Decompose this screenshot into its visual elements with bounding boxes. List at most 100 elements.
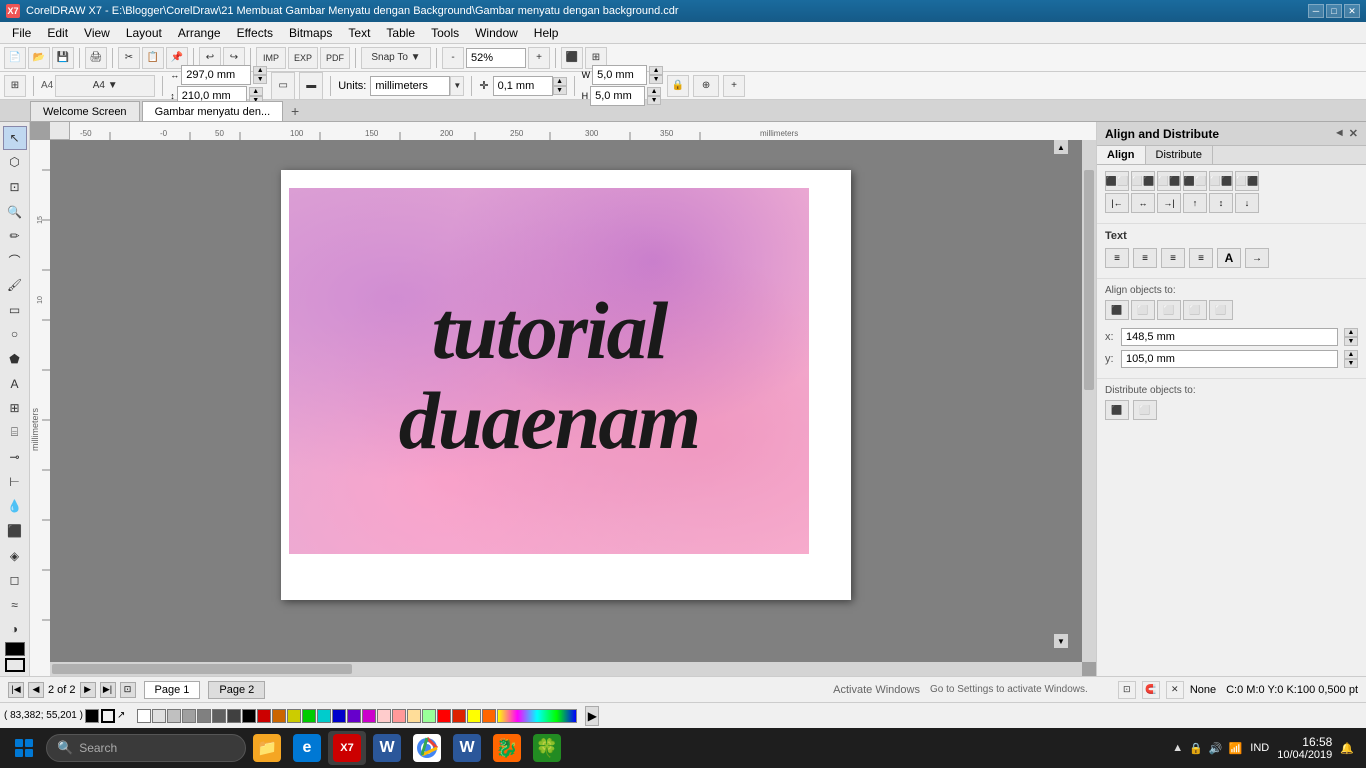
zoom-tool[interactable]: 🔍 bbox=[3, 200, 27, 224]
new-button[interactable]: 📄 bbox=[4, 47, 26, 69]
align-l-edge-button[interactable]: |← bbox=[1105, 193, 1129, 213]
add-transform-button[interactable]: + bbox=[723, 75, 745, 97]
align-b-edge-button[interactable]: ↓ bbox=[1235, 193, 1259, 213]
smear-tool[interactable]: ≈ bbox=[3, 593, 27, 617]
pal-darkorange[interactable] bbox=[482, 709, 496, 723]
menu-window[interactable]: Window bbox=[467, 24, 526, 42]
width-down-arrow[interactable]: ▼ bbox=[253, 75, 267, 84]
portrait-button[interactable]: ▭ bbox=[271, 72, 295, 100]
notifications-button[interactable]: 🔔 bbox=[1340, 742, 1354, 755]
bezier-tool[interactable]: ⌒ bbox=[3, 249, 27, 273]
taskbar-app-app7[interactable]: 🐉 bbox=[488, 731, 526, 765]
pal-peach[interactable] bbox=[407, 709, 421, 723]
panel-collapse-button[interactable]: ◄ bbox=[1334, 127, 1345, 140]
fill-tool[interactable]: ⬛ bbox=[3, 519, 27, 543]
text-align-justify-button[interactable]: ≡ bbox=[1189, 248, 1213, 268]
transparency-tool[interactable]: ◻ bbox=[3, 568, 27, 592]
taskbar-app-app8[interactable]: 🍀 bbox=[528, 731, 566, 765]
maximize-button[interactable]: □ bbox=[1326, 4, 1342, 18]
menu-effects[interactable]: Effects bbox=[229, 24, 281, 42]
taskbar-app-word2[interactable]: W bbox=[448, 731, 486, 765]
pal-cyan[interactable] bbox=[317, 709, 331, 723]
palette-scroll-button[interactable]: ▶ bbox=[585, 706, 599, 726]
page-prev-button[interactable]: ◀ bbox=[28, 682, 44, 698]
text-tool[interactable]: A bbox=[3, 372, 27, 396]
dist-btn-2[interactable]: ⬜ bbox=[1133, 400, 1157, 420]
zoom-input[interactable] bbox=[466, 48, 526, 68]
pal-red[interactable] bbox=[257, 709, 271, 723]
fill-swatch[interactable] bbox=[85, 709, 99, 723]
table-tool[interactable]: ⊞ bbox=[3, 396, 27, 420]
select-tool[interactable]: ↖ bbox=[3, 126, 27, 150]
pal-medgray[interactable] bbox=[182, 709, 196, 723]
align-obj-2-button[interactable]: ⬜ bbox=[1131, 300, 1155, 320]
crop-tool[interactable]: ⊡ bbox=[3, 175, 27, 199]
pal-rainbow[interactable] bbox=[497, 709, 577, 723]
interactive-tool[interactable]: ◈ bbox=[3, 544, 27, 568]
connector-tool[interactable]: ⊸ bbox=[3, 446, 27, 470]
publish-button[interactable]: PDF bbox=[320, 47, 350, 69]
freehand-tool[interactable]: ✏ bbox=[3, 224, 27, 248]
screen-mode-button[interactable]: ⊡ bbox=[1118, 681, 1136, 699]
select-all-button[interactable]: ⊞ bbox=[4, 75, 26, 97]
align-ch-edge-button[interactable]: ↔ bbox=[1131, 193, 1155, 213]
pal-lightgreen[interactable] bbox=[422, 709, 436, 723]
artistic-tool[interactable]: 🖌 bbox=[3, 273, 27, 297]
page2-tab[interactable]: Page 2 bbox=[208, 681, 265, 699]
taskbar-app-coreldraw[interactable]: X7 bbox=[328, 731, 366, 765]
pal-green[interactable] bbox=[302, 709, 316, 723]
align-bottom-button[interactable]: ⬜⬛ bbox=[1235, 171, 1259, 191]
no-fill-button[interactable]: ✕ bbox=[1166, 681, 1184, 699]
x-up-arrow[interactable]: ▲ bbox=[1344, 328, 1358, 337]
polygon-tool[interactable]: ⬟ bbox=[3, 347, 27, 371]
minimize-button[interactable]: ─ bbox=[1308, 4, 1324, 18]
pal-purple[interactable] bbox=[347, 709, 361, 723]
obj-width-input[interactable] bbox=[592, 65, 647, 85]
pal-brightred[interactable] bbox=[437, 709, 451, 723]
lock-ratio-button[interactable]: 🔒 bbox=[667, 75, 689, 97]
menu-bitmaps[interactable]: Bitmaps bbox=[281, 24, 340, 42]
scroll-up-button[interactable]: ▲ bbox=[1054, 140, 1068, 154]
scroll-down-button[interactable]: ▼ bbox=[1054, 634, 1068, 648]
obj-h-up-arrow[interactable]: ▲ bbox=[647, 87, 661, 96]
align-obj-4-button[interactable]: ⬜ bbox=[1183, 300, 1207, 320]
stroke-swatch[interactable] bbox=[101, 709, 115, 723]
export-button[interactable]: EXP bbox=[288, 47, 318, 69]
page-last-button[interactable]: ▶| bbox=[100, 682, 116, 698]
pal-pink[interactable] bbox=[392, 709, 406, 723]
align-obj-3-button[interactable]: ⬜ bbox=[1157, 300, 1181, 320]
y-down-arrow[interactable]: ▼ bbox=[1344, 359, 1358, 368]
page-width-input[interactable] bbox=[181, 65, 251, 85]
nudge-input[interactable] bbox=[493, 76, 553, 96]
stroke-indicator[interactable] bbox=[5, 658, 25, 672]
pal-verydarkgray[interactable] bbox=[212, 709, 226, 723]
transform-button[interactable]: ⊕ bbox=[693, 75, 719, 97]
pal-magenta[interactable] bbox=[362, 709, 376, 723]
add-page-button[interactable]: ⊡ bbox=[120, 682, 136, 698]
print-button[interactable]: 🖨 bbox=[85, 47, 107, 69]
text-align-A-button[interactable]: A bbox=[1217, 248, 1241, 268]
h-scroll-thumb[interactable] bbox=[52, 664, 352, 674]
align-r-edge-button[interactable]: →| bbox=[1157, 193, 1181, 213]
pal-darkred[interactable] bbox=[452, 709, 466, 723]
pal-brightyellow[interactable] bbox=[467, 709, 481, 723]
node-tool[interactable]: ⬡ bbox=[3, 151, 27, 175]
zoom-in-button[interactable]: + bbox=[528, 47, 550, 69]
eyedropper-tool[interactable]: 💧 bbox=[3, 495, 27, 519]
v-scroll-thumb[interactable] bbox=[1084, 170, 1094, 390]
units-dropdown[interactable]: ▼ bbox=[450, 76, 464, 96]
pal-white[interactable] bbox=[137, 709, 151, 723]
nudge-down-arrow[interactable]: ▼ bbox=[553, 86, 567, 95]
menu-layout[interactable]: Layout bbox=[118, 24, 170, 42]
tray-network-icon[interactable]: 📶 bbox=[1229, 742, 1243, 755]
obj-height-input[interactable] bbox=[590, 86, 645, 106]
align-top-button[interactable]: ⬛⬜ bbox=[1183, 171, 1207, 191]
page-next-button[interactable]: ▶ bbox=[80, 682, 96, 698]
taskbar-app-chrome[interactable] bbox=[408, 731, 446, 765]
align-right-button[interactable]: ⬜⬛ bbox=[1157, 171, 1181, 191]
x-input[interactable] bbox=[1121, 328, 1338, 346]
tab-welcome[interactable]: Welcome Screen bbox=[30, 101, 140, 121]
v-scrollbar[interactable] bbox=[1082, 140, 1096, 662]
menu-help[interactable]: Help bbox=[526, 24, 567, 42]
tab-add-button[interactable]: + bbox=[285, 101, 305, 121]
